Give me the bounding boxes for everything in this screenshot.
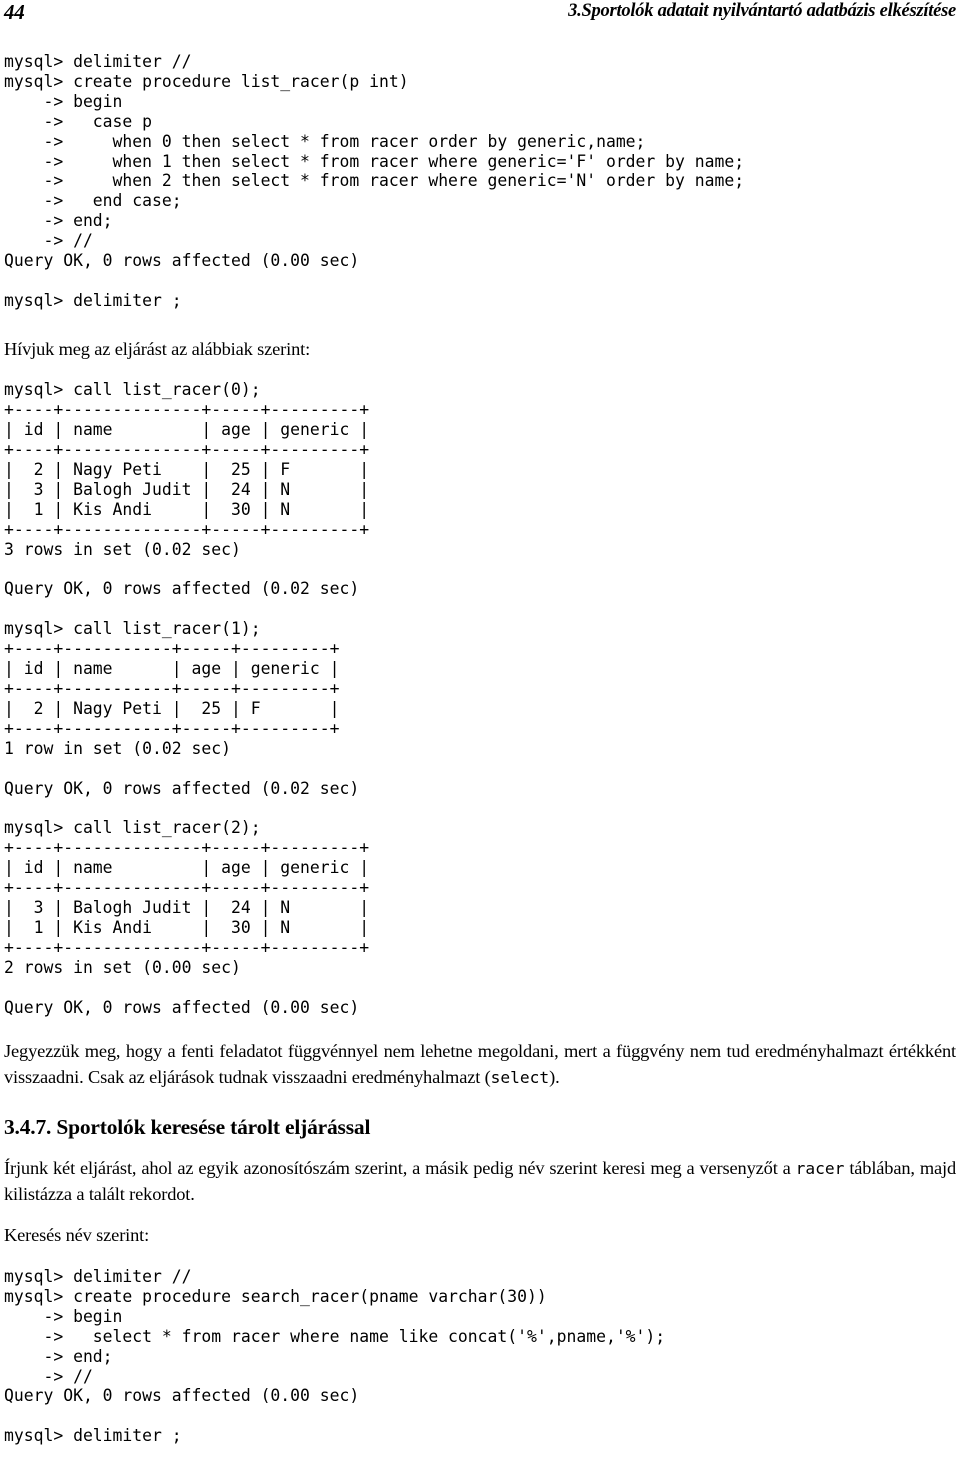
section-heading-3-4-7: 3.4.7. Sportolók keresése tárolt eljárás… [4, 1115, 371, 1140]
paragraph-note: Jegyezzük meg, hogy a fenti feladatot fü… [4, 1039, 956, 1090]
code-block-call-list-racer-0: mysql> call list_racer(0); +----+-------… [4, 380, 370, 599]
code-block-call-list-racer-2: mysql> call list_racer(2); +----+-------… [4, 818, 370, 1017]
paragraph-search-label: Keresés név szerint: [4, 1225, 150, 1246]
page-number: 44 [4, 0, 25, 24]
paragraph-task-text-start: Írjunk két eljárást, ahol az egyik azono… [4, 1158, 796, 1179]
paragraph-task: Írjunk két eljárást, ahol az egyik azono… [4, 1156, 956, 1207]
inline-code-racer: racer [795, 1159, 845, 1179]
paragraph-note-text-start: Jegyezzük meg, hogy a fenti feladatot fü… [4, 1041, 956, 1087]
page-content: mysql> delimiter // mysql> create proced… [4, 52, 956, 1446]
chapter-title: 3.Sportolók adatait nyilvántartó adatbáz… [568, 1, 956, 21]
code-block-create-search-racer: mysql> delimiter // mysql> create proced… [4, 1266, 666, 1446]
running-header: 44 3.Sportolók adatait nyilvántartó adat… [0, 0, 960, 34]
inline-code-select: select [490, 1067, 550, 1087]
code-block-create-list-racer: mysql> delimiter // mysql> create proced… [4, 52, 745, 310]
paragraph-call-intro: Hívjuk meg az eljárást az alábbiak szeri… [4, 338, 311, 359]
document-page: 44 3.Sportolók adatait nyilvántartó adat… [0, 0, 960, 1458]
code-block-call-list-racer-1: mysql> call list_racer(1); +----+-------… [4, 619, 360, 798]
paragraph-note-text-end: ). [549, 1066, 560, 1087]
